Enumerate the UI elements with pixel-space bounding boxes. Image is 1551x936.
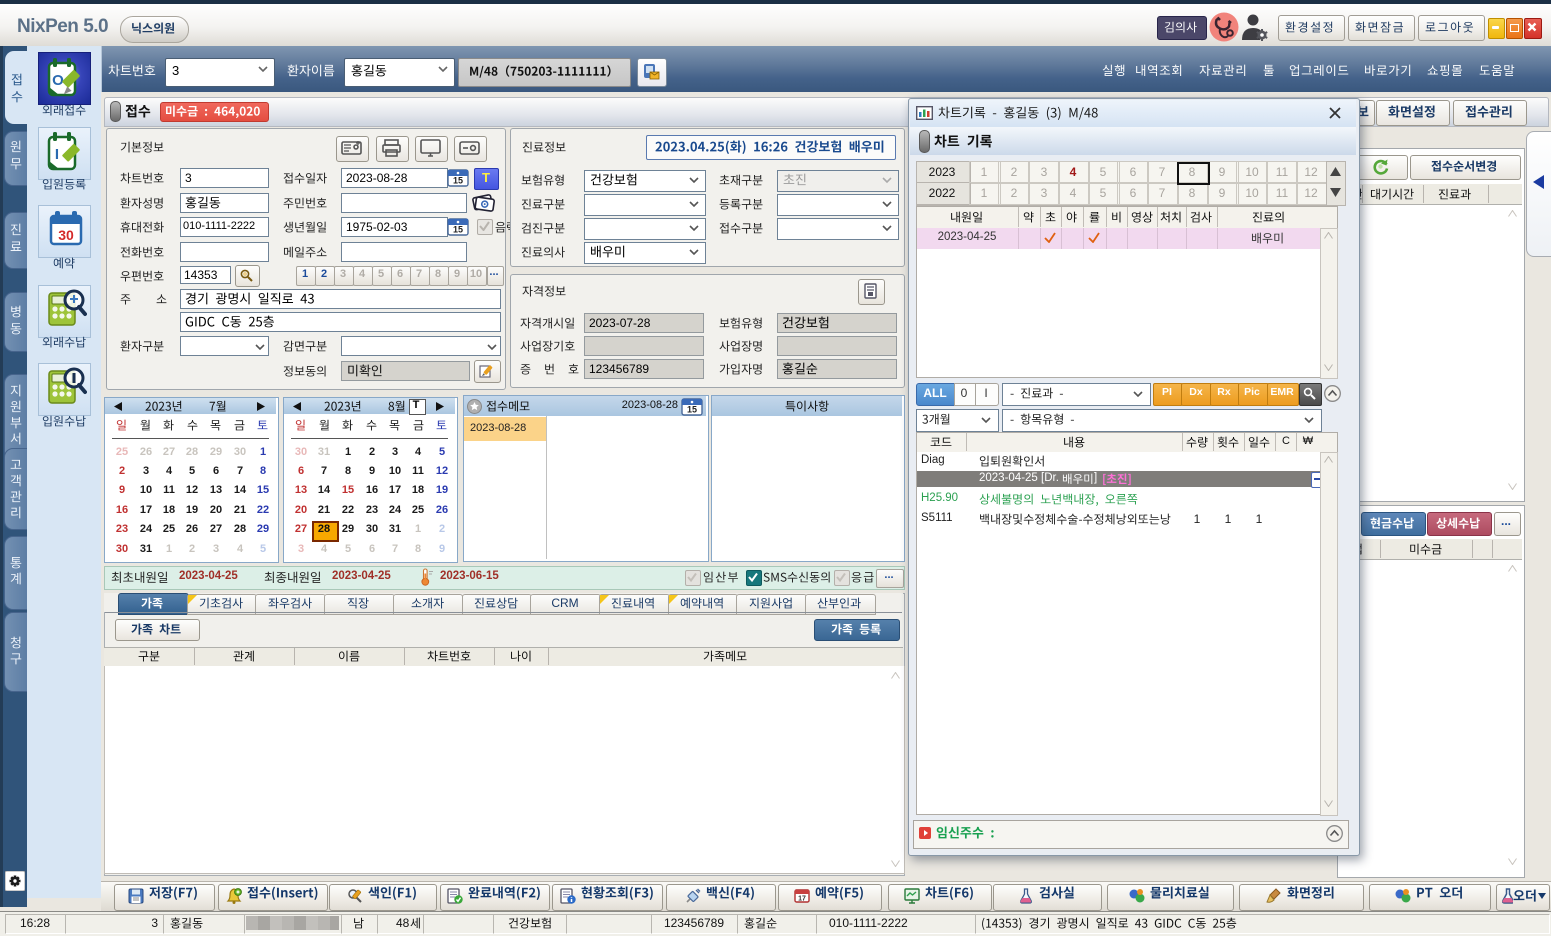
svg-text:15: 15 bbox=[453, 176, 463, 186]
svg-text:O: O bbox=[52, 72, 64, 89]
svg-text:30: 30 bbox=[58, 227, 74, 243]
svg-text:I: I bbox=[55, 146, 59, 163]
svg-text:15: 15 bbox=[687, 405, 697, 415]
svg-text:17: 17 bbox=[798, 896, 806, 903]
svg-text:15: 15 bbox=[453, 225, 463, 235]
